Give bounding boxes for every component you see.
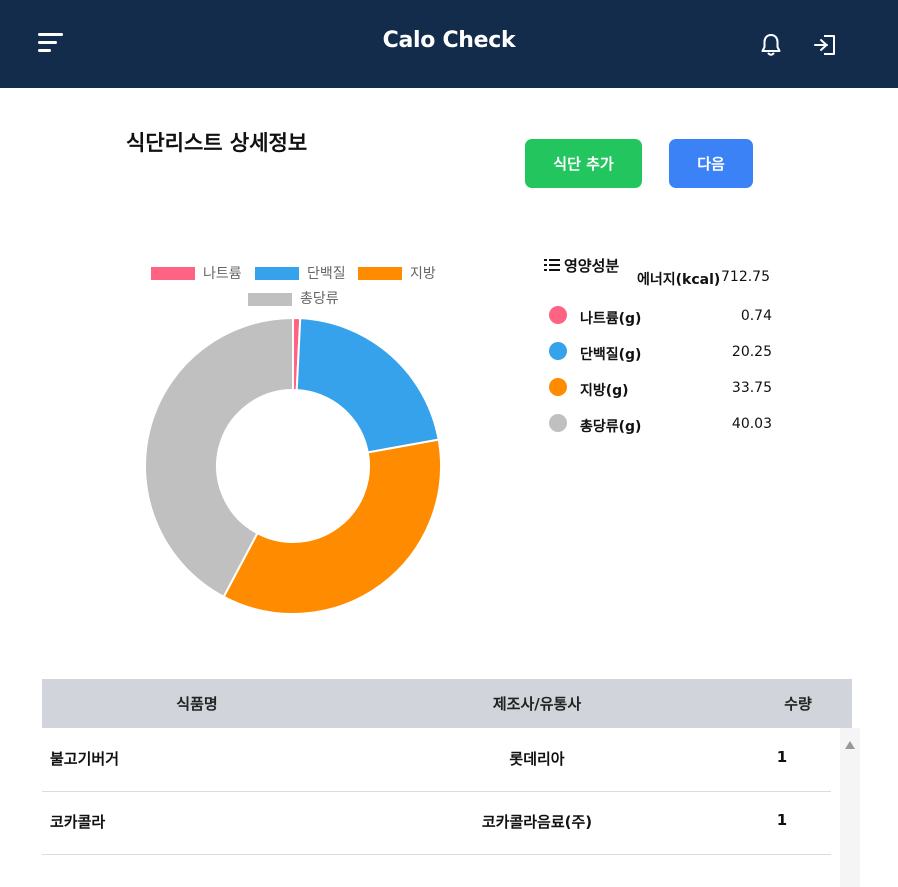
nutrition-panel: 영양성분 에너지(kcal) 712.75 나트륨(g) 0.74 단백질(g)…: [540, 255, 800, 455]
energy-value: 712.75: [721, 269, 770, 285]
nutrition-value: 33.75: [731, 380, 772, 396]
nutrition-row-fat: 지방(g) 33.75: [540, 378, 780, 400]
table-row[interactable]: 불고기버거 롯데리아 1: [42, 728, 831, 792]
table-scrollbar[interactable]: [840, 728, 860, 887]
slice-fat[interactable]: [222, 438, 442, 615]
bell-icon[interactable]: [758, 32, 784, 58]
scroll-up-arrow-icon[interactable]: [845, 741, 855, 749]
nutrition-value: 0.74: [740, 308, 772, 324]
nutrition-heading: 영양성분: [564, 257, 620, 275]
nutrition-name: 총당류(g): [580, 419, 642, 435]
list-icon: [544, 259, 560, 271]
nutrition-value: 20.25: [731, 344, 772, 360]
protein-dot-icon: [549, 342, 567, 360]
nutrition-doughnut-chart: 나트륨 단백질 지방 총당류: [120, 255, 470, 625]
page-title: 식단리스트 상세정보: [126, 131, 308, 155]
food-name-cell: 코카콜라: [50, 813, 106, 831]
nutrition-row-sugar: 총당류(g) 40.03: [540, 414, 780, 436]
nutrition-value: 40.03: [731, 416, 772, 432]
logout-icon[interactable]: [812, 32, 840, 58]
manufacturer-cell: 롯데리아: [509, 750, 565, 768]
nutrition-row-sodium: 나트륨(g) 0.74: [540, 306, 780, 328]
sodium-dot-icon: [549, 306, 567, 324]
quantity-cell: 1: [776, 748, 788, 766]
energy-label: 에너지(kcal): [637, 272, 721, 288]
doughnut-chart-svg: [144, 316, 442, 615]
food-table-header: 식품명 제조사/유통사 수량: [42, 679, 852, 728]
slice-protein[interactable]: [295, 317, 440, 454]
nutrition-name: 단백질(g): [580, 347, 642, 363]
sugar-dot-icon: [549, 414, 567, 432]
add-diet-button[interactable]: 식단 추가: [525, 139, 642, 188]
nutrition-row-protein: 단백질(g) 20.25: [540, 342, 780, 364]
nutrition-name: 지방(g): [580, 383, 629, 399]
top-navigation-bar: Calo Check: [0, 0, 898, 88]
column-header-manufacturer: 제조사/유통사: [492, 695, 582, 713]
column-header-food-name: 식품명: [176, 695, 218, 713]
fat-dot-icon: [549, 378, 567, 396]
nutrition-name: 나트륨(g): [580, 311, 642, 327]
manufacturer-cell: 코카콜라음료(주): [481, 813, 593, 831]
food-name-cell: 불고기버거: [50, 750, 120, 768]
next-button[interactable]: 다음: [669, 139, 753, 188]
table-row[interactable]: 코카콜라 코카콜라음료(주) 1: [42, 791, 831, 855]
quantity-cell: 1: [776, 811, 788, 829]
column-header-quantity: 수량: [784, 695, 812, 713]
